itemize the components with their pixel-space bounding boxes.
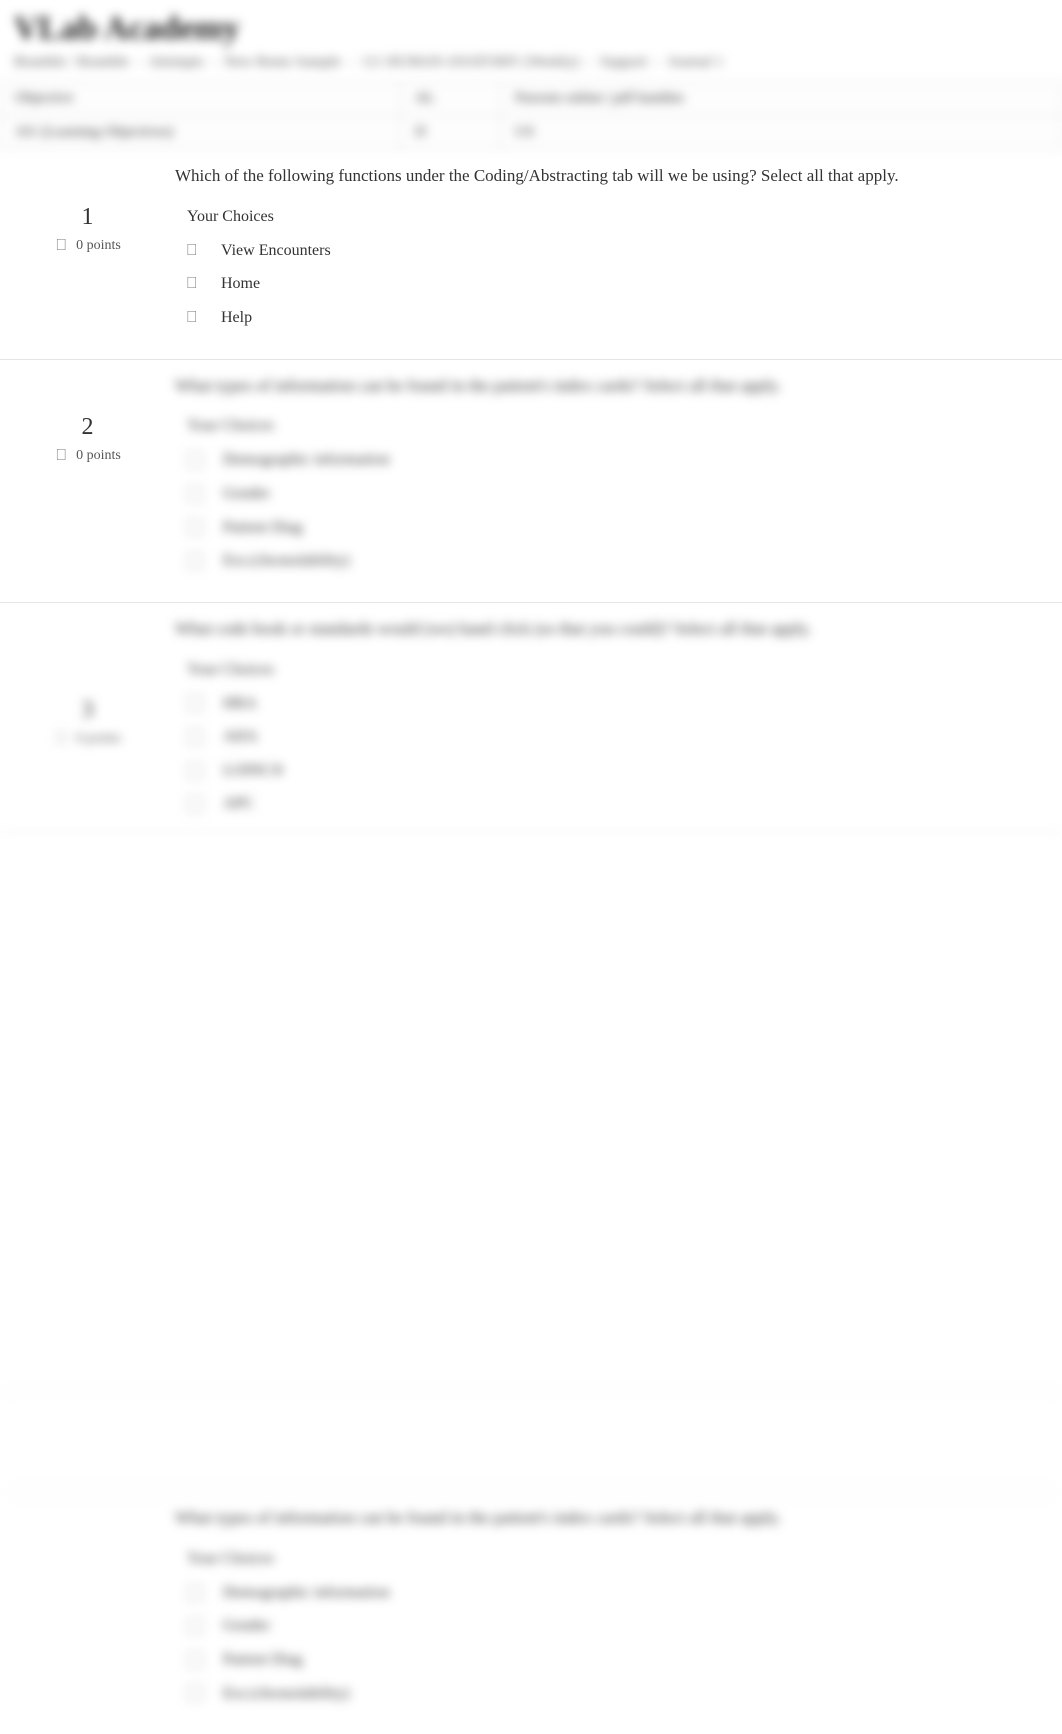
question-prompt: Which of the following functions under t… bbox=[175, 164, 1042, 188]
question-body: Which of the following functions under t… bbox=[175, 164, 1062, 335]
choice-label: Era (chronolability) bbox=[223, 1681, 350, 1707]
choice-row[interactable]: Patient Diag bbox=[175, 511, 1042, 545]
checkbox-icon[interactable] bbox=[187, 553, 203, 569]
choice-row[interactable]: Demographic information bbox=[175, 1576, 1042, 1610]
choice-row[interactable]: ⎕ View Encounters bbox=[175, 234, 1042, 268]
points-label: 0 points bbox=[76, 448, 121, 464]
choices-header: Your Choices bbox=[187, 661, 1042, 679]
choice-label: Patient Diag bbox=[223, 515, 303, 541]
status-icon: ⎕ bbox=[54, 730, 68, 748]
table-row: Objective AL Parsons online | pdf handin… bbox=[1, 82, 1062, 116]
question-block-3: 3 ⎕ 0 points What code book or standards… bbox=[0, 603, 1062, 832]
question-block-4: What types of information can be found i… bbox=[0, 1492, 1062, 1734]
choice-label: AHA bbox=[223, 724, 258, 750]
choice-label: Patient Diag bbox=[223, 1647, 303, 1673]
breadcrumb-item[interactable]: 111 HUMAN ANATOMY (Weekly) bbox=[361, 54, 579, 70]
checkbox-icon[interactable] bbox=[187, 729, 203, 745]
choice-label: Help bbox=[221, 305, 252, 331]
checkbox-icon[interactable] bbox=[187, 763, 203, 779]
breadcrumb-item[interactable]: Support bbox=[600, 54, 648, 70]
checkbox-icon[interactable]: ⎕ bbox=[187, 242, 201, 260]
checkbox-icon[interactable]: ⎕ bbox=[187, 275, 201, 293]
question-body: What types of information can be found i… bbox=[175, 1506, 1062, 1710]
question-number: 1 bbox=[0, 204, 175, 231]
question-side: 1 ⎕ 0 points bbox=[0, 164, 175, 255]
table-row: 101 (Learning Objectives) D US bbox=[1, 116, 1062, 150]
checkbox-icon[interactable]: ⎕ bbox=[187, 309, 201, 327]
points-label: 0 points bbox=[76, 731, 121, 747]
question-block-2: 2 ⎕ 0 points What types of information c… bbox=[0, 360, 1062, 603]
choice-row[interactable]: HRA bbox=[175, 687, 1042, 721]
breadcrumb-item[interactable]: New Remo Sample bbox=[224, 54, 341, 70]
cell-label: Objective bbox=[1, 82, 401, 116]
chevron-right-icon: › bbox=[587, 54, 592, 70]
chevron-right-icon: › bbox=[349, 54, 354, 70]
choice-row[interactable]: Patient Diag bbox=[175, 1643, 1042, 1677]
points-label: 0 points bbox=[76, 238, 121, 254]
checkbox-icon[interactable] bbox=[187, 695, 203, 711]
choices-header: Your Choices bbox=[187, 208, 1042, 226]
choice-row[interactable]: Era (chronolability) bbox=[175, 1677, 1042, 1711]
cell-value: US bbox=[501, 116, 1062, 150]
cell-value: Parsons online | pdf handins bbox=[501, 82, 1062, 116]
question-side: 3 ⎕ 0 points bbox=[0, 617, 175, 748]
choice-row[interactable]: ⎕ Home bbox=[175, 267, 1042, 301]
question-number: 2 bbox=[0, 414, 175, 441]
checkbox-icon[interactable] bbox=[187, 519, 203, 535]
cell-value: AL bbox=[401, 82, 501, 116]
cell-label: 101 (Learning Objectives) bbox=[1, 116, 401, 150]
choice-label: LOINC® bbox=[223, 758, 284, 784]
checkbox-icon[interactable] bbox=[187, 1685, 203, 1701]
page-title: VLab Academy bbox=[0, 0, 1062, 54]
chevron-right-icon: › bbox=[211, 54, 216, 70]
choice-row[interactable]: AHA bbox=[175, 720, 1042, 754]
breadcrumb-item[interactable]: Attempts bbox=[149, 54, 204, 70]
choice-label: Gender bbox=[223, 481, 270, 507]
choice-label: View Encounters bbox=[221, 238, 331, 264]
ad-region bbox=[0, 832, 1062, 1392]
checkbox-icon[interactable] bbox=[187, 1585, 203, 1601]
choice-label: Demographic information bbox=[223, 447, 390, 473]
question-number: 3 bbox=[0, 697, 175, 724]
cell-value: D bbox=[401, 116, 501, 150]
choice-row[interactable]: Gender bbox=[175, 477, 1042, 511]
checkbox-icon[interactable] bbox=[187, 1652, 203, 1668]
checkbox-icon[interactable] bbox=[187, 796, 203, 812]
status-icon: ⎕ bbox=[54, 237, 68, 255]
choice-row[interactable]: LOINC® bbox=[175, 754, 1042, 788]
choice-row[interactable]: Gender bbox=[175, 1609, 1042, 1643]
choice-label: Era (chronolability) bbox=[223, 548, 350, 574]
breadcrumb: Bramble / Bramble › Attempts › New Remo … bbox=[0, 54, 1062, 81]
question-prompt: What code book or standards would (we) h… bbox=[175, 617, 1042, 641]
breadcrumb-item[interactable]: Journal 1 bbox=[668, 54, 723, 70]
info-table: Objective AL Parsons online | pdf handin… bbox=[0, 81, 1062, 150]
choice-row[interactable]: Demographic information bbox=[175, 443, 1042, 477]
question-side bbox=[0, 1506, 175, 1546]
chevron-right-icon: › bbox=[655, 54, 660, 70]
choices-header: Your Choices bbox=[187, 1550, 1042, 1568]
question-body: What code book or standards would (we) h… bbox=[175, 617, 1062, 821]
choice-label: Home bbox=[221, 271, 260, 297]
question-body: What types of information can be found i… bbox=[175, 374, 1062, 578]
choices-header: Your Choices bbox=[187, 417, 1042, 435]
question-prompt: What types of information can be found i… bbox=[175, 374, 1042, 398]
breadcrumb-item[interactable]: Bramble / Bramble bbox=[14, 54, 129, 70]
question-prompt: What types of information can be found i… bbox=[175, 1506, 1042, 1530]
choice-row[interactable]: Era (chronolability) bbox=[175, 544, 1042, 578]
choice-row[interactable]: APC bbox=[175, 787, 1042, 821]
choice-label: HRA bbox=[223, 691, 257, 717]
checkbox-icon[interactable] bbox=[187, 1618, 203, 1634]
checkbox-icon[interactable] bbox=[187, 452, 203, 468]
question-side: 2 ⎕ 0 points bbox=[0, 374, 175, 465]
choice-label: Gender bbox=[223, 1613, 270, 1639]
chevron-right-icon: › bbox=[137, 54, 142, 70]
choice-label: APC bbox=[223, 791, 254, 817]
question-block-1: 1 ⎕ 0 points Which of the following func… bbox=[0, 150, 1062, 360]
choice-row[interactable]: ⎕ Help bbox=[175, 301, 1042, 335]
spacer bbox=[0, 1392, 1062, 1492]
checkbox-icon[interactable] bbox=[187, 486, 203, 502]
choice-label: Demographic information bbox=[223, 1580, 390, 1606]
status-icon: ⎕ bbox=[54, 447, 68, 465]
